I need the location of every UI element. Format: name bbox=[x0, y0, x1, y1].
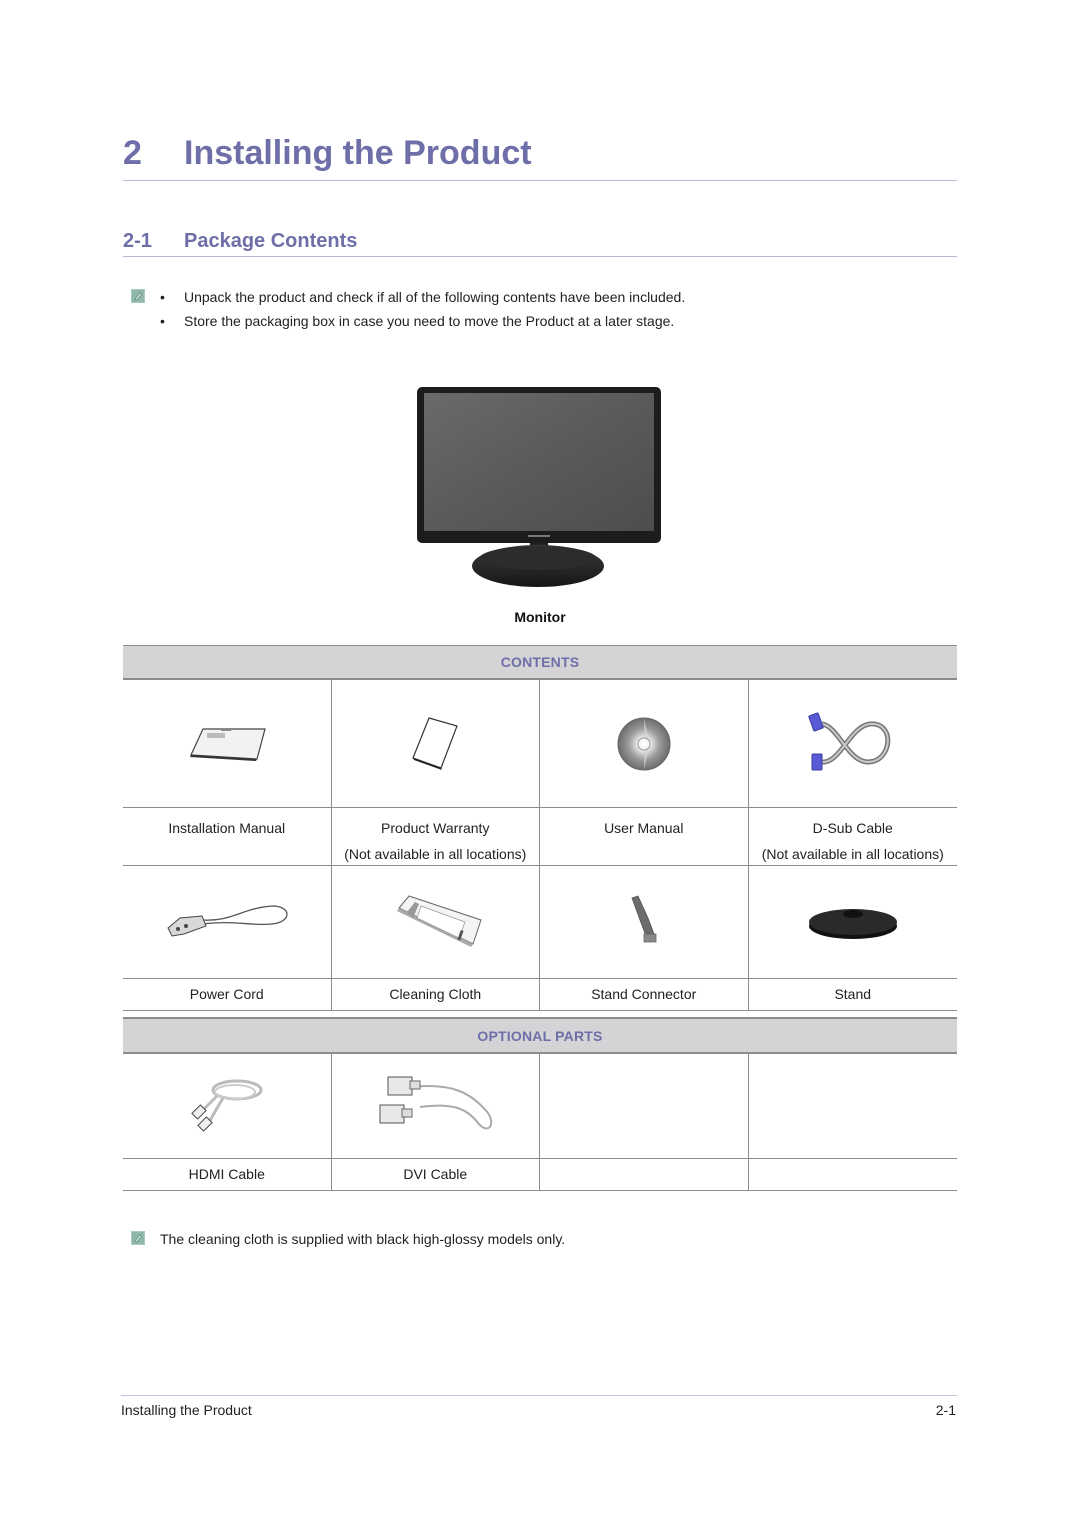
item-label: Stand Connector bbox=[591, 986, 697, 1002]
table-row: Installation Manual Product Warranty (No… bbox=[123, 808, 957, 866]
dsub-cable-label-cell: D-Sub Cable (Not available in all locati… bbox=[749, 808, 958, 865]
installation-manual-image bbox=[189, 727, 266, 761]
bullet-text: Store the packaging box in case you need… bbox=[184, 313, 675, 329]
item-sublabel: (Not available in all locations) bbox=[761, 846, 944, 862]
dvi-cable-cell bbox=[332, 1053, 540, 1158]
table-row bbox=[123, 866, 957, 979]
dvi-cable-label-cell: DVI Cable bbox=[332, 1159, 540, 1190]
item-label: D-Sub Cable bbox=[812, 820, 893, 836]
item-label: HDMI Cable bbox=[188, 1166, 265, 1182]
bullet-text: Unpack the product and check if all of t… bbox=[184, 289, 686, 305]
dsub-cable-cell bbox=[749, 680, 958, 807]
chapter-title-text: Installing the Product bbox=[184, 134, 532, 172]
power-cord-image bbox=[167, 905, 288, 937]
product-warranty-label-cell: Product Warranty (Not available in all l… bbox=[332, 808, 540, 865]
power-cord-cell bbox=[123, 866, 332, 978]
item-sublabel: (Not available in all locations) bbox=[344, 846, 527, 862]
bullet-dot: • bbox=[160, 289, 165, 305]
empty-cell bbox=[749, 1053, 958, 1158]
optional-parts-table-header: OPTIONAL PARTS bbox=[123, 1017, 957, 1054]
bullet-dot: • bbox=[160, 313, 165, 329]
product-warranty-cell bbox=[332, 680, 540, 807]
footer-divider bbox=[121, 1395, 957, 1396]
table-row: HDMI Cable DVI Cable bbox=[123, 1159, 957, 1191]
product-warranty-image bbox=[412, 716, 459, 770]
dvi-cable-image bbox=[379, 1076, 493, 1129]
user-manual-cd-image bbox=[617, 717, 671, 770]
bullet-item: • Store the packaging box in case you nee… bbox=[160, 313, 674, 329]
stand-connector-label-cell: Stand Connector bbox=[540, 979, 749, 1010]
monitor-image bbox=[416, 386, 662, 592]
hdmi-cable-image bbox=[190, 1079, 263, 1132]
monitor-caption: Monitor bbox=[514, 609, 566, 625]
section-divider bbox=[123, 256, 957, 257]
note-icon bbox=[131, 1231, 145, 1245]
contents-table-header: CONTENTS bbox=[123, 645, 957, 680]
installation-manual-label-cell: Installation Manual bbox=[123, 808, 332, 865]
item-label: Power Cord bbox=[189, 986, 264, 1002]
stand-connector-image bbox=[631, 895, 657, 943]
user-manual-label-cell: User Manual bbox=[540, 808, 749, 865]
table-row: Power Cord Cleaning Cloth Stand Connecto… bbox=[123, 979, 957, 1011]
item-label: User Manual bbox=[604, 820, 684, 836]
chapter-divider bbox=[123, 180, 957, 181]
user-manual-cell bbox=[540, 680, 749, 807]
stand-connector-cell bbox=[540, 866, 749, 978]
stand-label-cell: Stand bbox=[749, 979, 958, 1010]
empty-cell bbox=[749, 1159, 958, 1190]
item-label: Product Warranty bbox=[381, 820, 490, 836]
item-label: Cleaning Cloth bbox=[389, 986, 482, 1002]
note-icon bbox=[131, 289, 145, 303]
optional-parts-table: HDMI Cable DVI Cable bbox=[123, 1053, 957, 1191]
stand-cell bbox=[749, 866, 958, 978]
cleaning-cloth-image bbox=[397, 895, 482, 947]
section-number: 2-1 bbox=[123, 230, 152, 252]
table-row bbox=[123, 1053, 957, 1159]
hdmi-cable-cell bbox=[123, 1053, 332, 1158]
page-number: 2-1 bbox=[935, 1402, 956, 1418]
dsub-cable-image bbox=[808, 712, 890, 770]
table-row bbox=[123, 680, 957, 808]
empty-cell bbox=[540, 1159, 749, 1190]
empty-cell bbox=[540, 1053, 749, 1158]
power-cord-label-cell: Power Cord bbox=[123, 979, 332, 1010]
stand-image bbox=[808, 909, 897, 939]
footer-chapter-name: Installing the Product bbox=[121, 1402, 252, 1418]
bullet-item: • Unpack the product and check if all of … bbox=[160, 289, 685, 305]
section-title: 2-1 Package Contents bbox=[123, 230, 357, 253]
chapter-title: 2 Installing the Product bbox=[123, 134, 532, 173]
item-label: DVI Cable bbox=[403, 1166, 468, 1182]
item-label: Stand bbox=[834, 986, 872, 1002]
cleaning-cloth-cell bbox=[332, 866, 540, 978]
hdmi-cable-label-cell: HDMI Cable bbox=[123, 1159, 332, 1190]
chapter-number: 2 bbox=[123, 134, 142, 172]
installation-manual-cell bbox=[123, 680, 332, 807]
cleaning-cloth-note: The cleaning cloth is supplied with blac… bbox=[160, 1231, 566, 1247]
contents-table: Installation Manual Product Warranty (No… bbox=[123, 680, 957, 1011]
item-label: Installation Manual bbox=[168, 820, 286, 836]
section-title-text: Package Contents bbox=[184, 230, 358, 252]
cleaning-cloth-label-cell: Cleaning Cloth bbox=[332, 979, 540, 1010]
